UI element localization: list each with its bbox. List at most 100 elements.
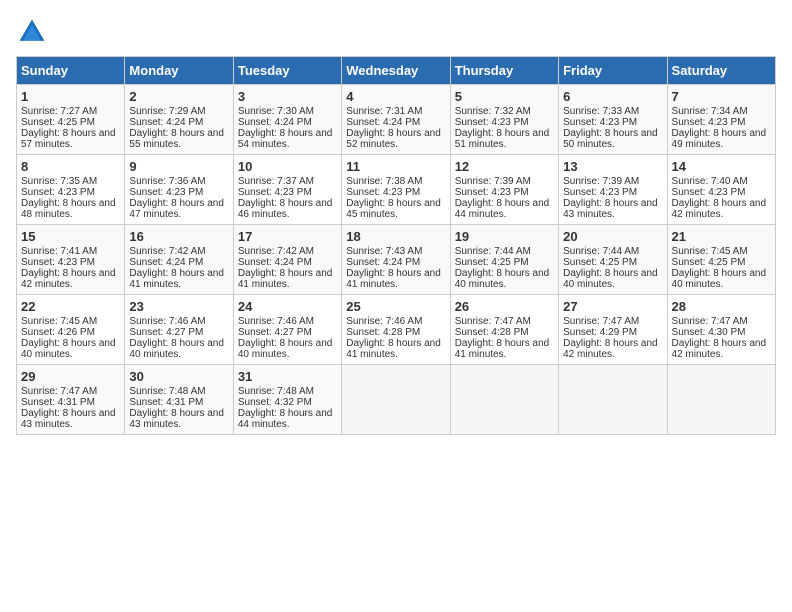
calendar-table: SundayMondayTuesdayWednesdayThursdayFrid… (16, 56, 776, 435)
calendar-cell: 20Sunrise: 7:44 AMSunset: 4:25 PMDayligh… (559, 225, 667, 295)
day-number: 11 (346, 159, 445, 174)
calendar-cell: 9Sunrise: 7:36 AMSunset: 4:23 PMDaylight… (125, 155, 233, 225)
calendar-week-row: 15Sunrise: 7:41 AMSunset: 4:23 PMDayligh… (17, 225, 776, 295)
daylight-text: Daylight: 8 hours and 54 minutes. (238, 128, 337, 150)
daylight-text: Daylight: 8 hours and 44 minutes. (238, 408, 337, 430)
calendar-cell: 16Sunrise: 7:42 AMSunset: 4:24 PMDayligh… (125, 225, 233, 295)
sunrise-text: Sunrise: 7:44 AM (563, 246, 662, 257)
sunrise-text: Sunrise: 7:41 AM (21, 246, 120, 257)
daylight-text: Daylight: 8 hours and 43 minutes. (563, 198, 662, 220)
sunset-text: Sunset: 4:23 PM (21, 257, 120, 268)
calendar-cell: 21Sunrise: 7:45 AMSunset: 4:25 PMDayligh… (667, 225, 775, 295)
day-number: 25 (346, 299, 445, 314)
sunrise-text: Sunrise: 7:46 AM (346, 316, 445, 327)
calendar-week-row: 29Sunrise: 7:47 AMSunset: 4:31 PMDayligh… (17, 365, 776, 435)
calendar-cell: 7Sunrise: 7:34 AMSunset: 4:23 PMDaylight… (667, 85, 775, 155)
sunrise-text: Sunrise: 7:43 AM (346, 246, 445, 257)
calendar-week-row: 1Sunrise: 7:27 AMSunset: 4:25 PMDaylight… (17, 85, 776, 155)
daylight-text: Daylight: 8 hours and 40 minutes. (238, 338, 337, 360)
day-number: 30 (129, 369, 228, 384)
header-wednesday: Wednesday (342, 57, 450, 85)
daylight-text: Daylight: 8 hours and 48 minutes. (21, 198, 120, 220)
sunset-text: Sunset: 4:25 PM (21, 117, 120, 128)
day-number: 29 (21, 369, 120, 384)
sunset-text: Sunset: 4:24 PM (238, 257, 337, 268)
sunrise-text: Sunrise: 7:45 AM (672, 246, 771, 257)
day-number: 28 (672, 299, 771, 314)
day-number: 9 (129, 159, 228, 174)
calendar-cell: 24Sunrise: 7:46 AMSunset: 4:27 PMDayligh… (233, 295, 341, 365)
sunset-text: Sunset: 4:31 PM (129, 397, 228, 408)
daylight-text: Daylight: 8 hours and 40 minutes. (455, 268, 554, 290)
sunset-text: Sunset: 4:23 PM (346, 187, 445, 198)
sunrise-text: Sunrise: 7:32 AM (455, 106, 554, 117)
calendar-cell: 26Sunrise: 7:47 AMSunset: 4:28 PMDayligh… (450, 295, 558, 365)
sunrise-text: Sunrise: 7:42 AM (238, 246, 337, 257)
daylight-text: Daylight: 8 hours and 40 minutes. (21, 338, 120, 360)
sunrise-text: Sunrise: 7:47 AM (672, 316, 771, 327)
day-number: 19 (455, 229, 554, 244)
sunrise-text: Sunrise: 7:48 AM (238, 386, 337, 397)
daylight-text: Daylight: 8 hours and 42 minutes. (672, 198, 771, 220)
sunrise-text: Sunrise: 7:40 AM (672, 176, 771, 187)
sunrise-text: Sunrise: 7:33 AM (563, 106, 662, 117)
daylight-text: Daylight: 8 hours and 42 minutes. (672, 338, 771, 360)
daylight-text: Daylight: 8 hours and 45 minutes. (346, 198, 445, 220)
sunset-text: Sunset: 4:23 PM (455, 187, 554, 198)
day-number: 14 (672, 159, 771, 174)
sunrise-text: Sunrise: 7:39 AM (563, 176, 662, 187)
sunset-text: Sunset: 4:31 PM (21, 397, 120, 408)
daylight-text: Daylight: 8 hours and 40 minutes. (563, 268, 662, 290)
daylight-text: Daylight: 8 hours and 41 minutes. (346, 338, 445, 360)
calendar-body: 1Sunrise: 7:27 AMSunset: 4:25 PMDaylight… (17, 85, 776, 435)
calendar-cell: 14 Sunrise: 7:40 AMSunset: 4:23 PMDayligh… (667, 155, 775, 225)
sunset-text: Sunset: 4:27 PM (238, 327, 337, 338)
daylight-text: Daylight: 8 hours and 41 minutes. (346, 268, 445, 290)
day-number: 13 (563, 159, 662, 174)
daylight-text: Daylight: 8 hours and 41 minutes. (238, 268, 337, 290)
sunrise-text: Sunrise: 7:39 AM (455, 176, 554, 187)
daylight-text: Daylight: 8 hours and 44 minutes. (455, 198, 554, 220)
sunrise-text: Sunrise: 7:38 AM (346, 176, 445, 187)
sunrise-text: Sunrise: 7:34 AM (672, 106, 771, 117)
sunset-text: Sunset: 4:23 PM (238, 187, 337, 198)
sunset-text: Sunset: 4:23 PM (672, 187, 771, 198)
calendar-cell: 3Sunrise: 7:30 AMSunset: 4:24 PMDaylight… (233, 85, 341, 155)
calendar-cell: 1Sunrise: 7:27 AMSunset: 4:25 PMDaylight… (17, 85, 125, 155)
day-number: 23 (129, 299, 228, 314)
calendar-cell: 30 Sunrise: 7:48 AMSunset: 4:31 PMDayligh… (125, 365, 233, 435)
daylight-text: Daylight: 8 hours and 42 minutes. (21, 268, 120, 290)
day-number: 6 (563, 89, 662, 104)
daylight-text: Daylight: 8 hours and 40 minutes. (129, 338, 228, 360)
header-sunday: Sunday (17, 57, 125, 85)
calendar-cell: 22Sunrise: 7:45 AMSunset: 4:26 PMDayligh… (17, 295, 125, 365)
sunset-text: Sunset: 4:29 PM (563, 327, 662, 338)
daylight-text: Daylight: 8 hours and 43 minutes. (129, 408, 228, 430)
day-number: 12 (455, 159, 554, 174)
sunset-text: Sunset: 4:24 PM (346, 117, 445, 128)
daylight-text: Daylight: 8 hours and 51 minutes. (455, 128, 554, 150)
day-number: 18 (346, 229, 445, 244)
day-number: 31 (238, 369, 337, 384)
day-number: 1 (21, 89, 120, 104)
calendar-cell: 28Sunrise: 7:47 AMSunset: 4:30 PMDayligh… (667, 295, 775, 365)
sunrise-text: Sunrise: 7:45 AM (21, 316, 120, 327)
day-number: 7 (672, 89, 771, 104)
sunset-text: Sunset: 4:28 PM (455, 327, 554, 338)
day-number: 8 (21, 159, 120, 174)
sunset-text: Sunset: 4:23 PM (21, 187, 120, 198)
daylight-text: Daylight: 8 hours and 55 minutes. (129, 128, 228, 150)
daylight-text: Daylight: 8 hours and 57 minutes. (21, 128, 120, 150)
sunset-text: Sunset: 4:23 PM (129, 187, 228, 198)
calendar-cell: 2Sunrise: 7:29 AMSunset: 4:24 PMDaylight… (125, 85, 233, 155)
sunset-text: Sunset: 4:24 PM (346, 257, 445, 268)
sunset-text: Sunset: 4:23 PM (563, 187, 662, 198)
header-saturday: Saturday (667, 57, 775, 85)
sunrise-text: Sunrise: 7:48 AM (129, 386, 228, 397)
sunset-text: Sunset: 4:23 PM (672, 117, 771, 128)
calendar-cell: 13 Sunrise: 7:39 AMSunset: 4:23 PMDayligh… (559, 155, 667, 225)
sunrise-text: Sunrise: 7:37 AM (238, 176, 337, 187)
sunset-text: Sunset: 4:26 PM (21, 327, 120, 338)
calendar-cell: 5Sunrise: 7:32 AMSunset: 4:23 PMDaylight… (450, 85, 558, 155)
day-number: 24 (238, 299, 337, 314)
